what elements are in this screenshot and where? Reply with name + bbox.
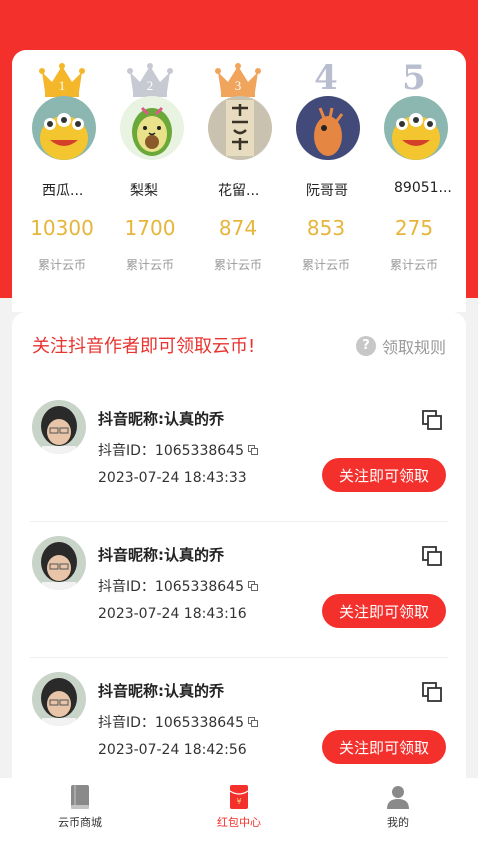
leaderboard-name: 梨梨 bbox=[130, 183, 158, 199]
rank-number: 5 bbox=[402, 58, 426, 98]
svg-text:¥: ¥ bbox=[236, 797, 241, 806]
follow-claim-button[interactable]: 关注即可领取 bbox=[322, 458, 446, 492]
leaderboard-coins-label: 累计云币 bbox=[301, 258, 350, 272]
leaderboard-coins: 1700 bbox=[124, 216, 176, 240]
follow-claim-button[interactable]: 关注即可领取 bbox=[322, 730, 446, 764]
leaderboard-item-5[interactable]: 5 89051... 275 累计云币 bbox=[370, 50, 458, 312]
copy-icon[interactable] bbox=[420, 408, 444, 432]
rules-link[interactable]: ? 领取规则 bbox=[355, 334, 446, 358]
nav-item-mine[interactable]: 我的 bbox=[348, 784, 448, 830]
copy-small-icon[interactable] bbox=[247, 581, 258, 591]
douyin-nickname: 抖音昵称:认真的乔 bbox=[98, 546, 224, 564]
leaderboard-coins-label: 累计云币 bbox=[37, 258, 86, 272]
leaderboard-name: 花留... bbox=[218, 183, 260, 199]
avatar bbox=[32, 400, 86, 454]
leaderboard-coins-label: 累计云币 bbox=[389, 258, 438, 272]
nav-label: 红包中心 bbox=[217, 816, 261, 829]
leaderboard-name: 阮哥哥 bbox=[306, 183, 348, 199]
bronze-crown-icon: 3 bbox=[215, 63, 261, 97]
question-icon: ? bbox=[355, 336, 376, 356]
book-icon bbox=[71, 785, 89, 809]
leaderboard-coins-label: 累计云币 bbox=[125, 258, 174, 272]
leaderboard-item-2[interactable]: 2 梨梨 1700 累计云币 bbox=[106, 50, 194, 312]
svg-text:1: 1 bbox=[59, 78, 66, 93]
calligraphy-avatar bbox=[208, 96, 272, 160]
follow-claim-button[interactable]: 关注即可领取 bbox=[322, 594, 446, 628]
follow-title: 关注抖音作者即可领取云币! bbox=[32, 336, 256, 357]
leaderboard-item-1[interactable]: 1 西瓜... 10300 累计云币 bbox=[18, 50, 106, 312]
avatar bbox=[32, 672, 86, 726]
leaderboard-coins: 853 bbox=[306, 216, 346, 240]
orange-bird-avatar bbox=[296, 96, 360, 160]
leaderboard-coins: 10300 bbox=[30, 216, 94, 240]
leaderboard-coins: 874 bbox=[218, 216, 258, 240]
copy-icon[interactable] bbox=[420, 680, 444, 704]
red-envelope-icon: ¥ bbox=[229, 785, 249, 809]
svg-text:2: 2 bbox=[147, 78, 154, 93]
nav-item-coin-mall[interactable]: 云币商城 bbox=[30, 784, 130, 830]
timestamp: 2023-07-24 18:43:16 bbox=[98, 606, 247, 622]
leaderboard-item-3[interactable]: 3 花留... 874 累计云币 bbox=[194, 50, 282, 312]
douyin-nickname: 抖音昵称:认真的乔 bbox=[98, 410, 224, 428]
yellow-monster-avatar bbox=[32, 96, 96, 160]
copy-small-icon[interactable] bbox=[247, 717, 258, 727]
follow-card: 关注抖音作者即可领取云币! ? 领取规则 抖音昵称:认真的乔 抖音ID：1065… bbox=[12, 312, 466, 778]
leaderboard-coins-label: 累计云币 bbox=[213, 258, 262, 272]
silver-crown-icon: 2 bbox=[127, 63, 173, 97]
gold-crown-icon: 1 bbox=[39, 63, 85, 97]
person-icon bbox=[387, 786, 409, 809]
bottom-nav: 云币商城 ¥ 红包中心 我的 bbox=[0, 778, 478, 850]
copy-icon[interactable] bbox=[420, 544, 444, 568]
leaderboard-card: 1 西瓜... 10300 累计云币 2 梨梨 1700 累计云币 3 花留..… bbox=[12, 50, 466, 312]
list-item: 抖音昵称:认真的乔 抖音ID：1065338645 2023-07-24 18:… bbox=[12, 658, 466, 778]
nav-item-red-envelope[interactable]: ¥ 红包中心 bbox=[189, 784, 289, 830]
copy-small-icon[interactable] bbox=[247, 445, 258, 455]
nav-label: 云币商城 bbox=[58, 816, 102, 829]
leaderboard-coins: 275 bbox=[394, 216, 434, 240]
timestamp: 2023-07-24 18:42:56 bbox=[98, 742, 247, 758]
douyin-id: 抖音ID：1065338645 bbox=[98, 576, 258, 596]
list-item: 抖音昵称:认真的乔 抖音ID：1065338645 2023-07-24 18:… bbox=[12, 386, 466, 522]
avocado-avatar bbox=[120, 96, 184, 160]
nav-label: 我的 bbox=[387, 816, 409, 829]
douyin-id: 抖音ID：1065338645 bbox=[98, 712, 258, 732]
douyin-id: 抖音ID：1065338645 bbox=[98, 440, 258, 460]
leaderboard-name: 89051... bbox=[394, 180, 452, 196]
rules-label: 领取规则 bbox=[381, 338, 446, 357]
yellow-monster-avatar bbox=[384, 96, 448, 160]
avatar bbox=[32, 536, 86, 590]
leaderboard-name: 西瓜... bbox=[42, 183, 84, 199]
douyin-nickname: 抖音昵称:认真的乔 bbox=[98, 682, 224, 700]
leaderboard-item-4[interactable]: 4 阮哥哥 853 累计云币 bbox=[282, 50, 370, 312]
list-item: 抖音昵称:认真的乔 抖音ID：1065338645 2023-07-24 18:… bbox=[12, 522, 466, 658]
rank-number: 4 bbox=[314, 58, 338, 98]
svg-text:3: 3 bbox=[235, 78, 242, 93]
timestamp: 2023-07-24 18:43:33 bbox=[98, 470, 247, 486]
